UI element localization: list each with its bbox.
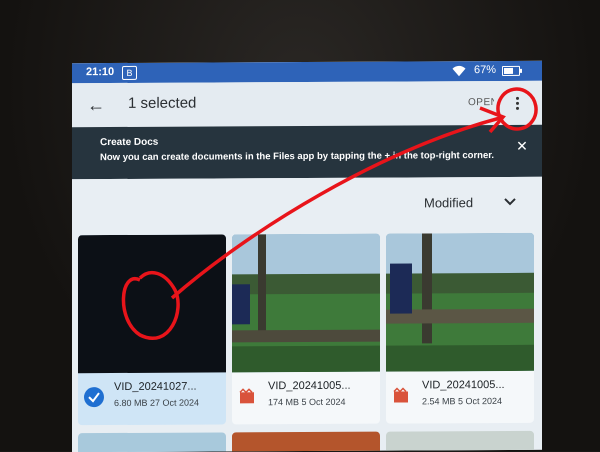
file-name: VID_20241005...: [422, 378, 505, 392]
back-arrow-icon[interactable]: ←: [86, 95, 106, 115]
file-grid: VID_20241027... 6.80 MB 27 Oct 2024 VID_…: [72, 232, 542, 452]
file-tile-partial[interactable]: [232, 431, 380, 452]
file-tile-partial[interactable]: [78, 432, 226, 452]
wifi-icon: [452, 65, 466, 77]
file-info: 2.54 MB 5 Oct 2024: [422, 395, 503, 407]
battery-fill: [504, 67, 513, 74]
video-thumbnail: [386, 232, 534, 372]
video-file-icon: [239, 388, 254, 404]
battery-nub: [520, 68, 522, 73]
file-info: 6.80 MB 27 Oct 2024: [114, 397, 200, 409]
sort-label[interactable]: Modified: [424, 195, 473, 210]
status-time: 21:10: [86, 66, 115, 79]
more-dot: [516, 106, 519, 110]
video-file-icon: [393, 387, 408, 403]
banner-text: Now you can create documents in the File…: [100, 150, 495, 164]
open-button[interactable]: OPEN: [468, 97, 494, 108]
file-name: VID_20241005...: [268, 379, 351, 393]
device-screen: 21:10 B 67% ← 1 selected OPEN Create Doc…: [72, 60, 542, 452]
battery-percent: 67%: [474, 64, 497, 77]
file-tile-selected[interactable]: VID_20241027... 6.80 MB 27 Oct 2024: [78, 234, 226, 426]
more-options-icon[interactable]: [508, 89, 528, 117]
more-dot: [516, 96, 519, 100]
selection-title: 1 selected: [128, 94, 197, 112]
file-tile[interactable]: VID_20241005... 2.54 MB 5 Oct 2024: [386, 232, 534, 424]
battery-icon: [502, 65, 522, 76]
more-dot: [516, 101, 519, 105]
close-icon[interactable]: ✕: [514, 138, 530, 154]
app-bar: ← 1 selected OPEN: [72, 80, 542, 128]
video-thumbnail: [232, 233, 380, 373]
sort-bar: Modified: [72, 177, 542, 229]
chevron-down-icon[interactable]: [500, 191, 520, 211]
file-name: VID_20241027...: [114, 380, 197, 394]
notification-icon: B: [122, 65, 137, 80]
file-list: Modified VID_20241027... 6.80 MB 27 Oct …: [72, 176, 542, 452]
file-tile-partial[interactable]: [386, 430, 534, 452]
create-docs-banner: Create Docs Now you can create documents…: [72, 124, 542, 180]
file-tile[interactable]: VID_20241005... 174 MB 5 Oct 2024: [232, 233, 380, 425]
status-bar: 21:10 B 67%: [72, 60, 542, 84]
video-thumbnail: [78, 234, 226, 374]
checkmark-icon[interactable]: [84, 387, 104, 408]
banner-title: Create Docs: [100, 136, 159, 149]
file-info: 174 MB 5 Oct 2024: [268, 396, 346, 408]
